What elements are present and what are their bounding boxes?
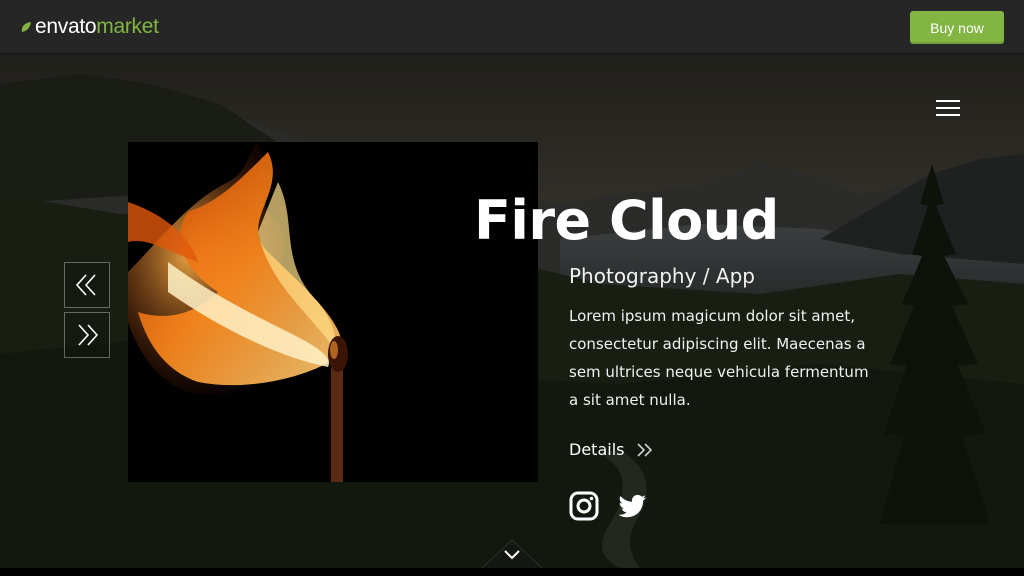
hamburger-menu-icon[interactable] xyxy=(928,96,968,120)
double-chevron-right-icon xyxy=(637,443,653,457)
next-slide-button[interactable] xyxy=(64,312,110,358)
previous-slide-button[interactable] xyxy=(64,262,110,308)
details-label: Details xyxy=(569,440,625,459)
instagram-icon[interactable] xyxy=(569,491,599,521)
bottom-strip xyxy=(0,568,1024,576)
logo-text-market: market xyxy=(96,15,159,38)
top-bar: envato market Buy now xyxy=(0,0,1024,54)
slide-title: Fire Cloud xyxy=(474,189,779,252)
slide-description: Lorem ipsum magicum dolor sit amet, cons… xyxy=(569,307,869,409)
envato-market-logo[interactable]: envato market xyxy=(20,14,159,40)
details-link[interactable]: Details xyxy=(569,438,654,462)
double-chevron-right-icon xyxy=(78,324,99,346)
buy-now-button[interactable]: Buy now xyxy=(910,11,1004,44)
double-chevron-left-icon xyxy=(75,274,96,296)
slide-subtitle: Photography / App xyxy=(569,264,755,288)
leaf-icon xyxy=(21,22,31,32)
twitter-icon[interactable] xyxy=(617,491,647,521)
logo-text-envato: envato xyxy=(35,15,97,38)
scroll-down-button[interactable] xyxy=(480,538,544,570)
